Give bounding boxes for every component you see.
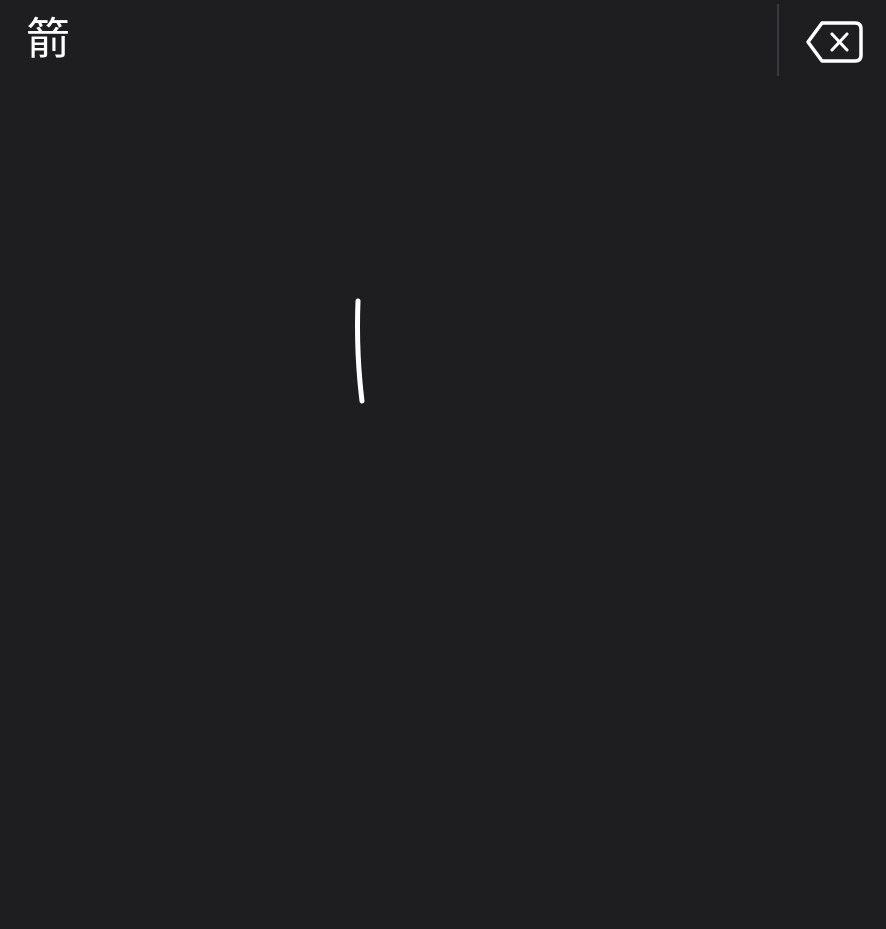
divider: [777, 4, 779, 76]
handwriting-keyboard: 箭: [0, 0, 886, 929]
candidate-character[interactable]: 箭: [14, 6, 82, 74]
delete-button[interactable]: [800, 14, 868, 70]
candidate-bar: 箭: [0, 0, 886, 82]
backspace-icon: [806, 21, 863, 63]
ink-stroke: [355, 298, 365, 404]
handwriting-canvas[interactable]: [0, 82, 886, 929]
